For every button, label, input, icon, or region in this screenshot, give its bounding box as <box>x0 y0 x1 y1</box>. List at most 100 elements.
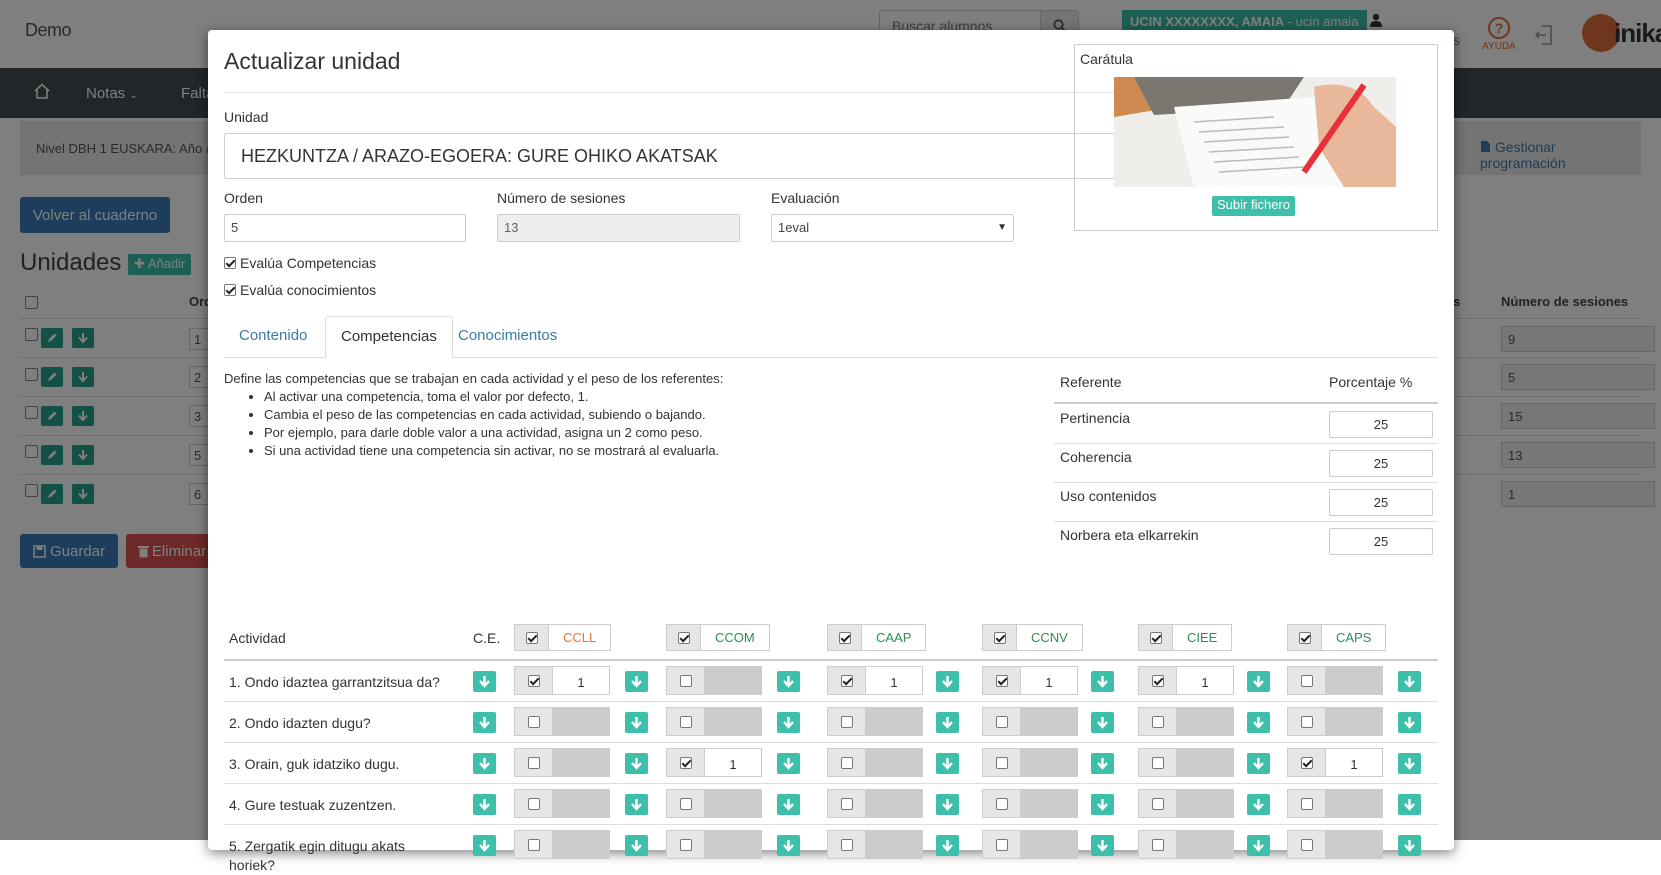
competency-cell-checkbox[interactable] <box>527 838 540 851</box>
arrow-down-icon <box>783 840 794 852</box>
arrow-down-icon <box>1097 799 1108 811</box>
competency-cell-checkbox[interactable] <box>679 674 692 687</box>
weight-move-down-button[interactable] <box>936 671 959 692</box>
competency-cell-checkbox[interactable] <box>679 756 692 769</box>
competency-toggle-checkbox[interactable] <box>677 631 690 644</box>
competency-weight-input[interactable]: 1 <box>552 666 610 695</box>
competency-cell-checkbox[interactable] <box>527 756 540 769</box>
competency-weight-input[interactable]: 1 <box>1176 666 1234 695</box>
weight-move-down-button[interactable] <box>1091 835 1114 856</box>
arrow-down-icon <box>1097 758 1108 770</box>
competency-weight-input[interactable]: 1 <box>1325 748 1383 777</box>
competency-cell-checkbox[interactable] <box>527 797 540 810</box>
weight-move-down-button[interactable] <box>777 794 800 815</box>
competency-toggle-checkbox[interactable] <box>525 631 538 644</box>
tab-contenido[interactable]: Contenido <box>224 316 322 358</box>
competency-cell-checkbox[interactable] <box>840 756 853 769</box>
competency-cell-checkbox[interactable] <box>1151 715 1164 728</box>
competency-cell-toggle <box>514 748 552 777</box>
tab-conocimientos[interactable]: Conocimientos <box>443 316 572 358</box>
weight-move-down-button[interactable] <box>777 671 800 692</box>
competency-cell-checkbox[interactable] <box>1300 756 1313 769</box>
competency-cell-checkbox[interactable] <box>995 797 1008 810</box>
weight-move-down-button[interactable] <box>936 794 959 815</box>
weight-move-down-button[interactable] <box>625 835 648 856</box>
weight-move-down-button[interactable] <box>625 712 648 733</box>
competency-cell-checkbox[interactable] <box>995 756 1008 769</box>
evaluation-select[interactable]: 1eval ▼ <box>771 214 1014 242</box>
competency-cell-checkbox[interactable] <box>1300 797 1313 810</box>
evaluates-knowledge-option[interactable]: Evalúa conocimientos <box>224 282 376 298</box>
competency-cell <box>827 789 923 818</box>
weight-move-down-button[interactable] <box>625 794 648 815</box>
evaluates-competencies-option[interactable]: Evalúa Competencias <box>224 255 376 271</box>
arrow-down-icon <box>1253 676 1264 688</box>
competency-cell-checkbox[interactable] <box>995 838 1008 851</box>
competency-cell-checkbox[interactable] <box>840 674 853 687</box>
competency-cell-checkbox[interactable] <box>1300 715 1313 728</box>
competency-weight-input[interactable]: 1 <box>704 748 762 777</box>
competency-cell-checkbox[interactable] <box>679 838 692 851</box>
ce-move-down-button[interactable] <box>473 835 496 856</box>
weight-move-down-button[interactable] <box>777 835 800 856</box>
competency-cell-checkbox[interactable] <box>679 715 692 728</box>
competency-cell-checkbox[interactable] <box>527 674 540 687</box>
upload-file-button[interactable]: Subir fichero <box>1212 196 1295 216</box>
weight-move-down-button[interactable] <box>1398 712 1421 733</box>
order-input[interactable]: 5 <box>224 214 466 242</box>
cover-image[interactable] <box>1114 77 1396 187</box>
competency-toggle-checkbox[interactable] <box>838 631 851 644</box>
competency-cell-checkbox[interactable] <box>1300 838 1313 851</box>
ce-move-down-button[interactable] <box>473 712 496 733</box>
competency-cell-checkbox[interactable] <box>1151 674 1164 687</box>
weight-move-down-button[interactable] <box>1247 753 1270 774</box>
competency-toggle-checkbox[interactable] <box>1149 631 1162 644</box>
weight-move-down-button[interactable] <box>1398 794 1421 815</box>
competency-cell-checkbox[interactable] <box>1151 838 1164 851</box>
evaluates-competencies-checkbox[interactable] <box>224 257 236 269</box>
arrow-down-icon <box>631 799 642 811</box>
percentage-input[interactable]: 25 <box>1329 528 1433 555</box>
competency-cell-checkbox[interactable] <box>840 715 853 728</box>
weight-move-down-button[interactable] <box>936 753 959 774</box>
percentage-input[interactable]: 25 <box>1329 450 1433 477</box>
percentage-input[interactable]: 25 <box>1329 489 1433 516</box>
weight-move-down-button[interactable] <box>1398 671 1421 692</box>
tab-competencias[interactable]: Competencias <box>325 316 453 358</box>
weight-move-down-button[interactable] <box>625 671 648 692</box>
weight-move-down-button[interactable] <box>777 753 800 774</box>
weight-move-down-button[interactable] <box>1091 671 1114 692</box>
weight-move-down-button[interactable] <box>1247 835 1270 856</box>
competency-cell-checkbox[interactable] <box>840 838 853 851</box>
weight-move-down-button[interactable] <box>1091 753 1114 774</box>
weight-move-down-button[interactable] <box>1247 671 1270 692</box>
activity-divider <box>224 742 1438 743</box>
ce-move-down-button[interactable] <box>473 671 496 692</box>
weight-move-down-button[interactable] <box>936 712 959 733</box>
weight-move-down-button[interactable] <box>625 753 648 774</box>
weight-move-down-button[interactable] <box>1398 753 1421 774</box>
competency-cell-checkbox[interactable] <box>1151 756 1164 769</box>
competency-cell-checkbox[interactable] <box>1151 797 1164 810</box>
ce-move-down-button[interactable] <box>473 794 496 815</box>
percentage-input[interactable]: 25 <box>1329 411 1433 438</box>
weight-move-down-button[interactable] <box>1091 712 1114 733</box>
competency-weight-input[interactable]: 1 <box>865 666 923 695</box>
competency-cell-checkbox[interactable] <box>995 674 1008 687</box>
weight-move-down-button[interactable] <box>1247 794 1270 815</box>
evaluates-knowledge-checkbox[interactable] <box>224 284 236 296</box>
weight-move-down-button[interactable] <box>936 835 959 856</box>
competency-cell-checkbox[interactable] <box>1300 674 1313 687</box>
weight-move-down-button[interactable] <box>1247 712 1270 733</box>
weight-move-down-button[interactable] <box>1091 794 1114 815</box>
competency-cell-checkbox[interactable] <box>679 797 692 810</box>
competency-cell-checkbox[interactable] <box>840 797 853 810</box>
weight-move-down-button[interactable] <box>1398 835 1421 856</box>
competency-cell-checkbox[interactable] <box>527 715 540 728</box>
weight-move-down-button[interactable] <box>777 712 800 733</box>
competency-weight-input[interactable]: 1 <box>1020 666 1078 695</box>
competency-cell-checkbox[interactable] <box>995 715 1008 728</box>
ce-move-down-button[interactable] <box>473 753 496 774</box>
competency-toggle-checkbox[interactable] <box>1298 631 1311 644</box>
competency-toggle-checkbox[interactable] <box>993 631 1006 644</box>
